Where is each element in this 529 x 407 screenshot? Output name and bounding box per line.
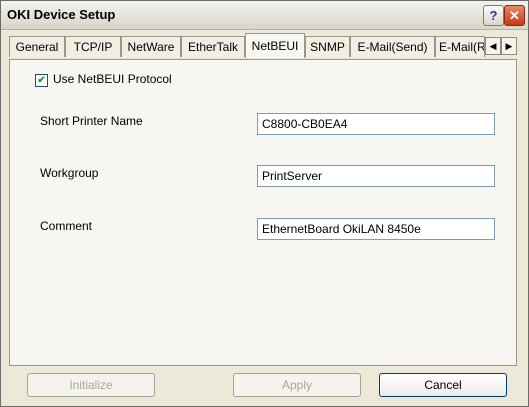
help-button[interactable]: ? <box>483 5 504 26</box>
use-netbeui-checkbox[interactable]: ✔ <box>35 74 48 87</box>
comment-field[interactable]: EthernetBoard OkiLAN 8450e <box>257 218 495 240</box>
title-bar[interactable]: OKI Device Setup ? ✕ <box>1 1 528 30</box>
tab-general[interactable]: General <box>9 36 65 57</box>
tab-email-receive[interactable]: E-Mail(R <box>435 36 485 57</box>
netbeui-panel <box>9 59 517 366</box>
short-printer-name-field[interactable]: C8800-CB0EA4 <box>257 113 495 135</box>
short-printer-name-label: Short Printer Name <box>40 114 143 128</box>
apply-button[interactable]: Apply <box>233 373 361 397</box>
device-setup-dialog: OKI Device Setup ? ✕ General TCP/IP NetW… <box>0 0 529 407</box>
initialize-button[interactable]: Initialize <box>27 373 155 397</box>
comment-label: Comment <box>40 219 93 233</box>
tab-strip: General TCP/IP NetWare EtherTalk NetBEUI… <box>9 33 517 59</box>
cancel-button[interactable]: Cancel <box>379 373 507 397</box>
tab-snmp[interactable]: SNMP <box>305 36 350 57</box>
tab-netware[interactable]: NetWare <box>121 36 181 57</box>
use-netbeui-label[interactable]: Use NetBEUI Protocol <box>53 72 172 86</box>
tab-scroll-left-icon[interactable]: ◀ <box>485 37 501 55</box>
window-title: OKI Device Setup <box>7 7 116 22</box>
tab-scroll-right-icon[interactable]: ▶ <box>501 37 517 55</box>
workgroup-field[interactable]: PrintServer <box>257 165 495 187</box>
tab-email-send[interactable]: E-Mail(Send) <box>350 36 435 57</box>
tab-tcpip[interactable]: TCP/IP <box>65 36 121 57</box>
tab-netbeui[interactable]: NetBEUI <box>245 33 305 58</box>
workgroup-label: Workgroup <box>40 166 99 180</box>
close-button[interactable]: ✕ <box>504 5 525 26</box>
tab-ethertalk[interactable]: EtherTalk <box>181 36 245 57</box>
